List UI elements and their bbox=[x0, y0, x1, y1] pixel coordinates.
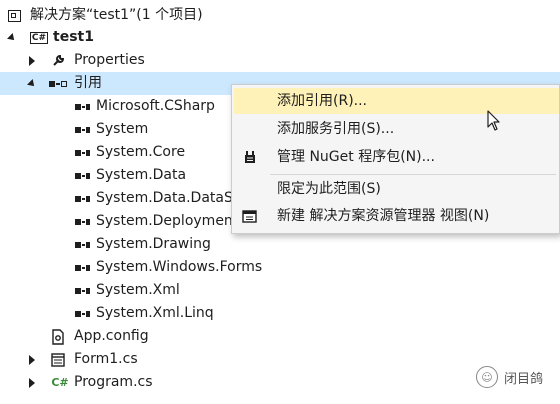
expand-chevron-icon[interactable] bbox=[26, 354, 38, 366]
menu-item-label: 限定为此范围(S) bbox=[277, 181, 381, 197]
csharp-file-icon: C# bbox=[51, 376, 69, 389]
menu-item-label: 新建 解决方案资源管理器 视图(N) bbox=[277, 208, 490, 224]
expand-chevron-icon[interactable] bbox=[26, 55, 38, 67]
reference-label: System.Xml.Linq bbox=[96, 305, 214, 321]
reference-label: System.Data bbox=[96, 167, 187, 183]
csharp-project-icon: C# bbox=[29, 31, 49, 44]
menu-item-label: 添加服务引用(S)... bbox=[277, 121, 395, 137]
reference-item[interactable]: System.Drawing bbox=[0, 233, 560, 256]
assembly-icon bbox=[72, 237, 92, 253]
properties-label: Properties bbox=[74, 52, 145, 68]
form1-label: Form1.cs bbox=[74, 351, 138, 367]
program-label: Program.cs bbox=[74, 374, 153, 390]
context-menu: 添加引用(R)... 添加服务引用(S)... 管理 NuGet 程序包(N).… bbox=[231, 84, 560, 234]
assembly-icon bbox=[72, 168, 92, 184]
reference-item[interactable]: System.Xml bbox=[0, 279, 560, 302]
reference-label: System.Core bbox=[96, 144, 186, 160]
assembly-icon bbox=[72, 122, 92, 138]
menu-item-label: 管理 NuGet 程序包(N)... bbox=[277, 149, 435, 165]
assembly-icon bbox=[72, 99, 92, 115]
wechat-icon: ☺ bbox=[476, 366, 498, 388]
config-file-icon bbox=[50, 328, 66, 345]
references-icon bbox=[48, 76, 68, 92]
collapse-chevron-icon[interactable] bbox=[26, 78, 38, 90]
assembly-icon bbox=[72, 260, 92, 276]
app-config-label: App.config bbox=[74, 328, 149, 344]
reference-label: System.Drawing bbox=[96, 236, 211, 252]
watermark-text: 闭目鸽 bbox=[504, 371, 544, 387]
watermark: ☺ 闭目鸽 bbox=[476, 366, 543, 388]
collapse-chevron-icon[interactable] bbox=[6, 32, 18, 44]
assembly-icon bbox=[72, 145, 92, 161]
wrench-icon bbox=[50, 53, 66, 69]
reference-label: System.Xml bbox=[96, 282, 180, 298]
menu-item-add-reference[interactable]: 添加引用(R)... bbox=[234, 88, 559, 114]
menu-item-new-explorer-view[interactable]: 新建 解决方案资源管理器 视图(N) bbox=[234, 203, 559, 229]
menu-item-label: 添加引用(R)... bbox=[277, 93, 368, 109]
menu-separator bbox=[270, 174, 556, 175]
solution-label: 解决方案“test1”(1 个项目) bbox=[30, 7, 203, 23]
mouse-cursor-icon bbox=[487, 110, 501, 136]
menu-item-add-service-reference[interactable]: 添加服务引用(S)... bbox=[234, 116, 559, 142]
assembly-icon bbox=[72, 191, 92, 207]
references-label: 引用 bbox=[74, 75, 102, 91]
project-node[interactable]: C# test1 bbox=[0, 26, 560, 49]
solution-icon bbox=[6, 8, 22, 24]
reference-label: System.Deployment bbox=[96, 213, 239, 229]
reference-label: Microsoft.CSharp bbox=[96, 98, 215, 114]
solution-node[interactable]: 解决方案“test1”(1 个项目) bbox=[0, 4, 560, 27]
new-view-icon bbox=[242, 208, 258, 224]
form-icon bbox=[50, 352, 66, 368]
assembly-icon bbox=[72, 214, 92, 230]
reference-label: System bbox=[96, 121, 149, 137]
reference-item[interactable]: System.Xml.Linq bbox=[0, 302, 560, 325]
reference-label: System.Windows.Forms bbox=[96, 259, 263, 275]
reference-item[interactable]: System.Windows.Forms bbox=[0, 256, 560, 279]
app-config-node[interactable]: App.config bbox=[0, 325, 560, 348]
reference-label: System.Data.DataSe bbox=[96, 190, 242, 206]
project-label: test1 bbox=[53, 29, 94, 45]
assembly-icon bbox=[72, 283, 92, 299]
menu-item-manage-nuget[interactable]: 管理 NuGet 程序包(N)... bbox=[234, 144, 559, 170]
properties-node[interactable]: Properties bbox=[0, 49, 560, 72]
menu-item-scope-to-this[interactable]: 限定为此范围(S) bbox=[234, 176, 559, 202]
nuget-icon bbox=[242, 149, 258, 165]
expand-chevron-icon[interactable] bbox=[26, 377, 38, 389]
assembly-icon bbox=[72, 306, 92, 322]
